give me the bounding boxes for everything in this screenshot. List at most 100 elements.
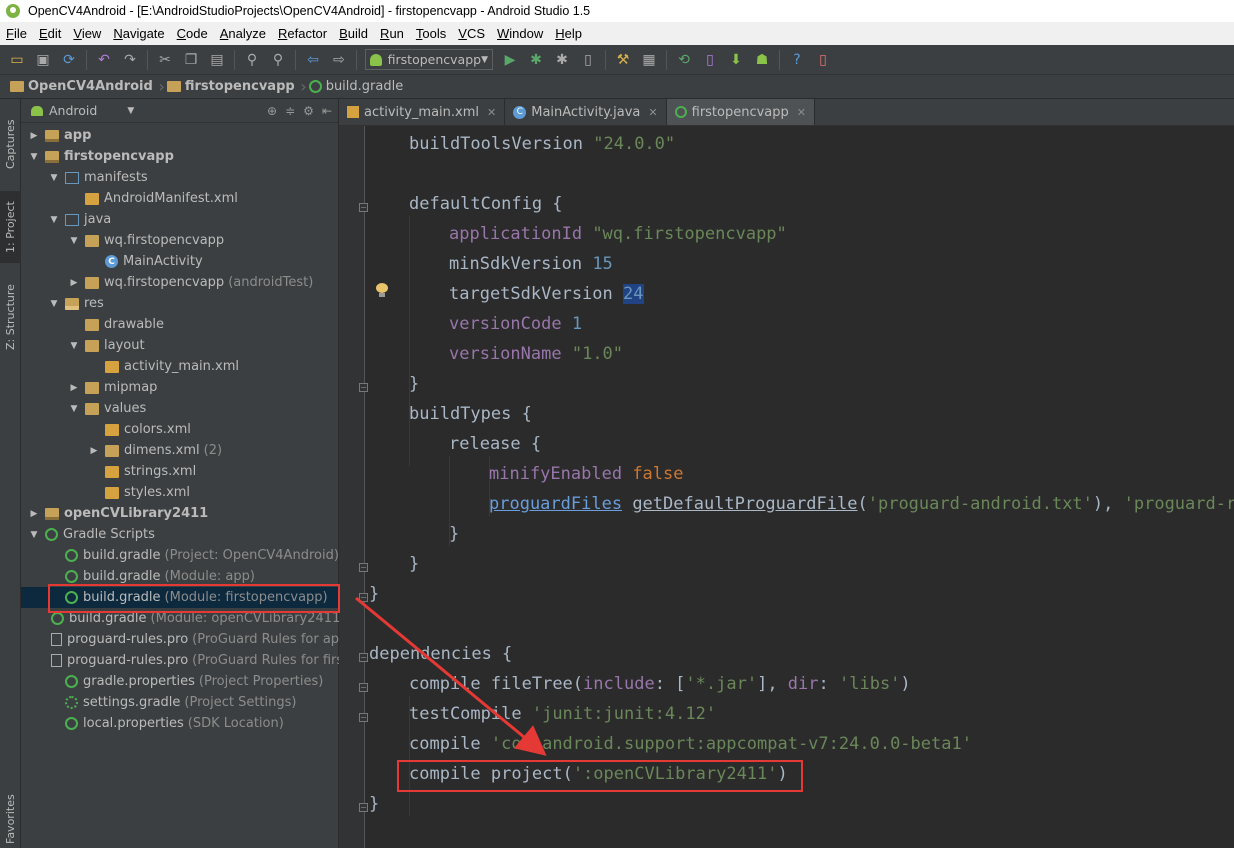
structure-tab[interactable]: Z: Structure	[0, 275, 21, 359]
project-structure-icon[interactable]: ▦	[638, 49, 660, 71]
fold-icon[interactable]: −	[359, 383, 368, 392]
tree-item[interactable]: ▼ wq.firstopencvapp	[21, 230, 339, 251]
collapse-arrow-icon[interactable]: ▶	[87, 446, 101, 456]
captures-tab[interactable]: Captures	[0, 105, 21, 183]
expand-arrow-icon[interactable]: ▼	[47, 215, 61, 225]
debug-icon[interactable]: ✱	[525, 49, 547, 71]
project-view-select[interactable]: Android	[49, 103, 97, 118]
menu-vcs[interactable]: VCS	[452, 26, 491, 41]
menu-file[interactable]: File	[0, 26, 33, 41]
menu-tools[interactable]: Tools	[410, 26, 452, 41]
gear-icon[interactable]: ⚙	[303, 104, 314, 118]
tree-item[interactable]: strings.xml	[21, 461, 339, 482]
fold-icon[interactable]: −	[359, 203, 368, 212]
tree-item[interactable]: ▼ java	[21, 209, 339, 230]
sdk-manager-icon[interactable]: ⬇	[725, 49, 747, 71]
menu-build[interactable]: Build	[333, 26, 374, 41]
close-icon[interactable]: ✕	[487, 106, 496, 119]
tree-item[interactable]: drawable	[21, 314, 339, 335]
close-icon[interactable]: ✕	[797, 106, 806, 119]
help-icon[interactable]: ?	[786, 49, 808, 71]
lightbulb-icon[interactable]	[376, 283, 388, 297]
project-tab[interactable]: 1: Project	[0, 191, 21, 263]
run-icon[interactable]: ▶	[499, 49, 521, 71]
fold-icon[interactable]: −	[359, 683, 368, 692]
tree-item[interactable]: settings.gradle (Project Settings)	[21, 692, 339, 713]
scroll-from-source-icon[interactable]: ⊕	[267, 104, 277, 118]
expand-arrow-icon[interactable]: ▼	[67, 236, 81, 246]
collapse-all-icon[interactable]: ≑	[285, 104, 295, 118]
tree-item[interactable]: ▶ app	[21, 125, 339, 146]
menu-view[interactable]: View	[67, 26, 107, 41]
tab-main-activity-java[interactable]: C MainActivity.java ✕	[505, 99, 667, 125]
tab-activity-main-xml[interactable]: activity_main.xml ✕	[339, 99, 506, 125]
run-configuration-select[interactable]: firstopencvapp ▼	[365, 49, 493, 70]
tree-item[interactable]: proguard-rules.pro (ProGuard Rules for ap…	[21, 629, 339, 650]
expand-arrow-icon[interactable]: ▼	[67, 341, 81, 351]
tree-item[interactable]: AndroidManifest.xml	[21, 188, 339, 209]
menu-help[interactable]: Help	[549, 26, 588, 41]
stop-icon[interactable]: ▯	[577, 49, 599, 71]
undo-icon[interactable]: ↶	[93, 49, 115, 71]
attach-debugger-icon[interactable]: ✱	[551, 49, 573, 71]
tree-item[interactable]: styles.xml	[21, 482, 339, 503]
collapse-arrow-icon[interactable]: ▶	[67, 383, 81, 393]
copy-icon[interactable]: ❐	[180, 49, 202, 71]
find-icon[interactable]: ⚲	[241, 49, 263, 71]
tree-item[interactable]: local.properties (SDK Location)	[21, 713, 339, 734]
tree-item[interactable]: ▶ dimens.xml (2)	[21, 440, 339, 461]
tree-item[interactable]: ▶ wq.firstopencvapp (androidTest)	[21, 272, 339, 293]
menu-run[interactable]: Run	[374, 26, 410, 41]
tree-item[interactable]: ▼ firstopencvapp	[21, 146, 339, 167]
forward-icon[interactable]: ⇨	[328, 49, 350, 71]
fold-icon[interactable]: −	[359, 593, 368, 602]
expand-arrow-icon[interactable]: ▼	[27, 152, 41, 162]
android-monitor-icon[interactable]: ☗	[751, 49, 773, 71]
redo-icon[interactable]: ↷	[119, 49, 141, 71]
menu-refactor[interactable]: Refactor	[272, 26, 333, 41]
expand-arrow-icon[interactable]: ▼	[27, 530, 41, 540]
expand-arrow-icon[interactable]: ▼	[47, 173, 61, 183]
breadcrumb-file[interactable]: build.gradle	[308, 79, 418, 94]
breadcrumb-project[interactable]: OpenCV4Android	[10, 77, 167, 96]
avd-manager-icon[interactable]: ▯	[699, 49, 721, 71]
tree-item[interactable]: ▶ mipmap	[21, 377, 339, 398]
tree-item[interactable]: build.gradle (Project: OpenCV4Android)	[21, 545, 339, 566]
tree-item[interactable]: ▼ values	[21, 398, 339, 419]
menu-analyze[interactable]: Analyze	[214, 26, 272, 41]
tree-item[interactable]: proguard-rules.pro (ProGuard Rules for fi…	[21, 650, 339, 671]
collapse-arrow-icon[interactable]: ▶	[67, 278, 81, 288]
tab-firstopencvapp[interactable]: firstopencvapp ✕	[666, 99, 816, 125]
sync-icon[interactable]: ⟳	[58, 49, 80, 71]
tree-item[interactable]: ▼ manifests	[21, 167, 339, 188]
tree-item[interactable]: C MainActivity	[21, 251, 339, 272]
fold-icon[interactable]: −	[359, 803, 368, 812]
paste-icon[interactable]: ▤	[206, 49, 228, 71]
fold-icon[interactable]: −	[359, 653, 368, 662]
tree-item[interactable]: activity_main.xml	[21, 356, 339, 377]
tree-item[interactable]: ▼ res	[21, 293, 339, 314]
device-icon[interactable]: ▯	[812, 49, 834, 71]
expand-arrow-icon[interactable]: ▼	[47, 299, 61, 309]
tree-item[interactable]: ▶ openCVLibrary2411	[21, 503, 339, 524]
replace-icon[interactable]: ⚲	[267, 49, 289, 71]
favorites-tab[interactable]: Favorites	[0, 789, 21, 848]
tree-item[interactable]: ▼ layout	[21, 335, 339, 356]
menu-code[interactable]: Code	[171, 26, 214, 41]
hide-panel-icon[interactable]: ⇤	[322, 104, 332, 118]
collapse-arrow-icon[interactable]: ▶	[27, 131, 41, 141]
expand-arrow-icon[interactable]: ▼	[67, 404, 81, 414]
build-icon[interactable]: ⚒	[612, 49, 634, 71]
fold-icon[interactable]: −	[359, 713, 368, 722]
tree-item[interactable]: colors.xml	[21, 419, 339, 440]
chevron-down-icon[interactable]: ▼	[127, 106, 134, 116]
gradle-sync-icon[interactable]: ⟲	[673, 49, 695, 71]
tree-item[interactable]: gradle.properties (Project Properties)	[21, 671, 339, 692]
menu-navigate[interactable]: Navigate	[107, 26, 170, 41]
collapse-arrow-icon[interactable]: ▶	[27, 509, 41, 519]
code-editor[interactable]: − − − − − − − − buildToolsVersion "24.0.…	[339, 126, 1234, 848]
open-icon[interactable]: ▭	[6, 49, 28, 71]
close-icon[interactable]: ✕	[648, 106, 657, 119]
menu-edit[interactable]: Edit	[33, 26, 67, 41]
fold-icon[interactable]: −	[359, 563, 368, 572]
